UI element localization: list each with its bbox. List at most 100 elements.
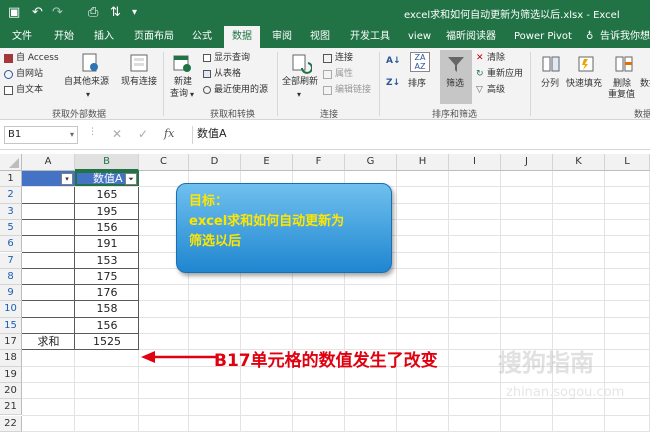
remove-duplicates-button[interactable]: 删除	[613, 79, 631, 90]
cell-b3[interactable]: 195	[75, 204, 139, 220]
row-header-15[interactable]: 15	[0, 317, 22, 334]
chevron-down-icon[interactable]: ▾	[70, 127, 74, 143]
tab-insert[interactable]: 插入	[94, 26, 114, 48]
cell-b2[interactable]: 165	[75, 187, 139, 203]
properties-button[interactable]: 属性	[335, 69, 353, 80]
row-header-20[interactable]: 20	[0, 382, 22, 400]
row-header-19[interactable]: 19	[0, 366, 22, 383]
tab-data[interactable]: 数据	[224, 26, 260, 48]
sort-ascending-icon[interactable]: A↓	[386, 56, 401, 67]
column-header-f[interactable]: F	[293, 154, 345, 171]
tab-page-layout[interactable]: 页面布局	[134, 26, 174, 48]
customize-icon[interactable]: ▾	[132, 4, 137, 22]
reapply-button[interactable]: 重新应用	[487, 69, 523, 80]
text-to-columns-button[interactable]: 分列	[541, 79, 559, 90]
column-header-d[interactable]: D	[189, 154, 241, 171]
save-icon[interactable]: ▣	[8, 4, 20, 22]
new-query-button[interactable]: 新建	[174, 77, 192, 88]
row-header-5[interactable]: 5	[0, 219, 22, 237]
from-text-button[interactable]: 自文本	[16, 85, 43, 96]
filter-dropdown-icon[interactable]: ▾	[61, 173, 73, 185]
cancel-icon[interactable]: ✕	[112, 127, 122, 141]
select-all-triangle-icon	[9, 158, 19, 168]
insert-function-icon[interactable]: fx	[164, 127, 174, 140]
row-header-2[interactable]: 2	[0, 187, 22, 204]
cell-b7[interactable]: 153	[75, 253, 139, 269]
cell-b5[interactable]: 156	[75, 220, 139, 236]
row-header-6[interactable]: 6	[0, 236, 22, 253]
sort-icon[interactable]: ⇅	[110, 4, 121, 22]
column-header-i[interactable]: I	[449, 154, 501, 171]
filter-button[interactable]: 筛选	[446, 79, 464, 90]
row-header-21[interactable]: 21	[0, 399, 22, 416]
recent-sources-button[interactable]: 最近使用的源	[214, 85, 268, 96]
cell-b8[interactable]: 175	[75, 269, 139, 285]
row-header-17[interactable]: 17	[0, 334, 22, 351]
row-header-1[interactable]: 1	[0, 171, 22, 188]
table-header-a[interactable]: ▾	[22, 171, 75, 187]
from-access-button[interactable]: 自 Access	[16, 53, 59, 64]
redo-icon[interactable]: ↷	[52, 4, 63, 22]
tab-foxit-reader[interactable]: 福昕阅读器	[446, 26, 496, 48]
cell-b17[interactable]: 1525	[75, 334, 139, 350]
select-all-corner[interactable]	[0, 154, 22, 171]
formula-input[interactable]: 数值A	[192, 126, 650, 144]
flash-fill-icon	[578, 56, 594, 72]
print-preview-icon[interactable]: ⎙	[88, 4, 98, 22]
filter-applied-icon[interactable]: ⏷	[125, 173, 137, 185]
row-header-9[interactable]: 9	[0, 285, 22, 302]
clear-button[interactable]: 清除	[487, 53, 505, 64]
tab-formulas[interactable]: 公式	[192, 26, 212, 48]
data-validation-button[interactable]: 数据	[640, 79, 650, 90]
from-other-sources-button[interactable]: 自其他来源	[64, 77, 109, 88]
gridline-vertical	[500, 171, 501, 432]
enter-icon[interactable]: ✓	[138, 127, 148, 141]
annotation-arrow	[141, 351, 217, 363]
tab-developer[interactable]: 开发工具	[350, 26, 390, 48]
tell-me-search[interactable]: 告诉我你想要	[600, 26, 650, 48]
column-header-j[interactable]: J	[501, 154, 553, 171]
row-header-22[interactable]: 22	[0, 415, 22, 432]
from-web-button[interactable]: 自网站	[16, 69, 43, 80]
row-header-8[interactable]: 8	[0, 268, 22, 286]
existing-connections-button[interactable]: 现有连接	[121, 77, 157, 88]
tab-view[interactable]: 视图	[310, 26, 330, 48]
tab-review[interactable]: 审阅	[272, 26, 292, 48]
column-header-l[interactable]: L	[605, 154, 650, 171]
column-header-k[interactable]: K	[553, 154, 605, 171]
gridline-horizontal	[22, 414, 650, 416]
flash-fill-button[interactable]: 快速填充	[566, 79, 602, 90]
column-header-b[interactable]: B	[75, 154, 139, 171]
callout-line-2: excel求和如何自动更新为	[189, 214, 345, 229]
tab-file[interactable]: 文件	[12, 26, 32, 48]
row-header-3[interactable]: 3	[0, 203, 22, 220]
from-table-button[interactable]: 从表格	[214, 69, 241, 80]
column-header-h[interactable]: H	[397, 154, 449, 171]
cell-b6[interactable]: 191	[75, 236, 139, 252]
cell-b9[interactable]: 176	[75, 285, 139, 301]
tab-home[interactable]: 开始	[54, 26, 74, 48]
column-header-a[interactable]: A	[22, 154, 75, 171]
cell-b10[interactable]: 158	[75, 301, 139, 317]
row-header-7[interactable]: 7	[0, 252, 22, 269]
sort-descending-icon[interactable]: Z↓	[386, 78, 400, 89]
edit-links-button[interactable]: 编辑链接	[335, 85, 371, 96]
refresh-all-button[interactable]: 全部刷新	[282, 77, 318, 88]
sort-button[interactable]: 排序	[408, 79, 426, 90]
undo-icon[interactable]: ↶	[32, 4, 43, 22]
column-header-e[interactable]: E	[241, 154, 293, 171]
tab-view-en[interactable]: view	[408, 26, 431, 48]
group-label-connections: 连接	[320, 110, 339, 120]
show-queries-button[interactable]: 显示查询	[214, 53, 250, 64]
row-header-18[interactable]: 18	[0, 350, 22, 367]
cell-a17[interactable]: 求和	[22, 334, 75, 350]
advanced-button[interactable]: 高级	[487, 85, 505, 96]
column-header-c[interactable]: C	[139, 154, 189, 171]
table-header-b-selected[interactable]: 数值A ⏷	[75, 171, 139, 187]
row-header-10[interactable]: 10	[0, 301, 22, 318]
column-header-g[interactable]: G	[345, 154, 397, 171]
name-box[interactable]: B1 ▾	[4, 126, 78, 144]
connections-button[interactable]: 连接	[335, 53, 353, 64]
tab-power-pivot[interactable]: Power Pivot	[514, 26, 572, 48]
cell-b15[interactable]: 156	[75, 318, 139, 334]
